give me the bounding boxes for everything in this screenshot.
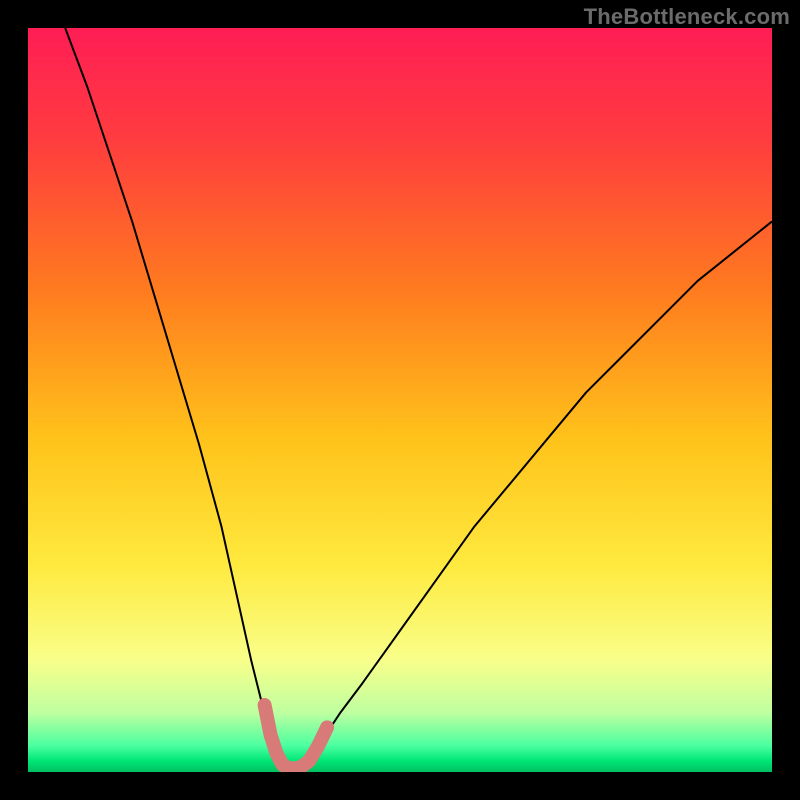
watermark-text: TheBottleneck.com (584, 4, 790, 30)
plot-area (28, 28, 772, 772)
gradient-background (28, 28, 772, 772)
chart-svg (28, 28, 772, 772)
chart-frame: TheBottleneck.com (0, 0, 800, 800)
